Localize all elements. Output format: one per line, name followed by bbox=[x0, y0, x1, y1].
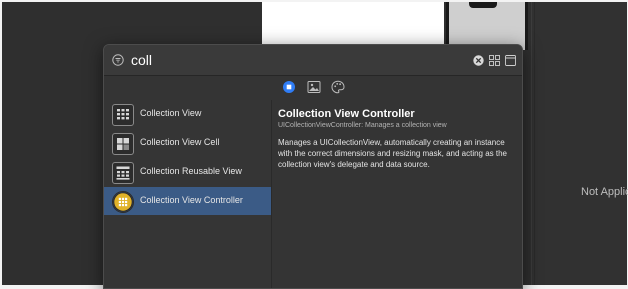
panel-divider bbox=[534, 2, 535, 285]
list-item-label: Collection Reusable View bbox=[140, 166, 242, 176]
filter-icon[interactable] bbox=[112, 54, 124, 66]
library-list: Collection View Collection View Cell Col… bbox=[104, 100, 272, 288]
collection-view-icon bbox=[112, 104, 134, 126]
detail-subtitle: UICollectionViewController: Manages a co… bbox=[278, 122, 447, 129]
clear-search-icon[interactable] bbox=[473, 55, 484, 66]
list-item-label: Collection View Controller bbox=[140, 195, 243, 205]
objects-tab-icon[interactable] bbox=[282, 80, 296, 94]
list-item-collection-reusable-view[interactable]: Collection Reusable View bbox=[104, 158, 271, 186]
collection-view-controller-icon bbox=[112, 191, 134, 213]
xcode-window: Not Applic coll Collection View Collecti… bbox=[0, 0, 628, 289]
device-notch bbox=[469, 2, 497, 8]
detail-title: Collection View Controller bbox=[278, 108, 415, 120]
palette-tab-icon[interactable] bbox=[331, 80, 345, 94]
collection-view-cell-icon bbox=[112, 133, 134, 155]
collection-reusable-view-icon bbox=[112, 162, 134, 184]
library-tabs bbox=[104, 76, 522, 100]
list-item-collection-view-controller[interactable]: Collection View Controller bbox=[104, 187, 271, 215]
search-bar: coll bbox=[104, 45, 522, 76]
window-icon[interactable] bbox=[505, 55, 516, 66]
detail-description: Manages a UICollectionView, automaticall… bbox=[278, 138, 508, 169]
image-tab-icon[interactable] bbox=[307, 80, 321, 94]
inspector-status-text: Not Applic bbox=[581, 186, 628, 198]
grid-view-icon[interactable] bbox=[489, 55, 500, 66]
storyboard-canvas[interactable] bbox=[262, 2, 444, 46]
detail-pane: Collection View Controller UICollectionV… bbox=[272, 100, 522, 288]
inspector-panel bbox=[531, 2, 627, 285]
list-item-label: Collection View bbox=[140, 108, 202, 118]
list-item-label: Collection View Cell bbox=[140, 137, 220, 147]
list-item-collection-view[interactable]: Collection View bbox=[104, 100, 271, 128]
library-popover: coll Collection View Collection View Cel… bbox=[103, 44, 523, 289]
list-item-collection-view-cell[interactable]: Collection View Cell bbox=[104, 129, 271, 157]
search-input[interactable]: coll bbox=[131, 52, 152, 68]
device-preview[interactable] bbox=[446, 2, 528, 50]
